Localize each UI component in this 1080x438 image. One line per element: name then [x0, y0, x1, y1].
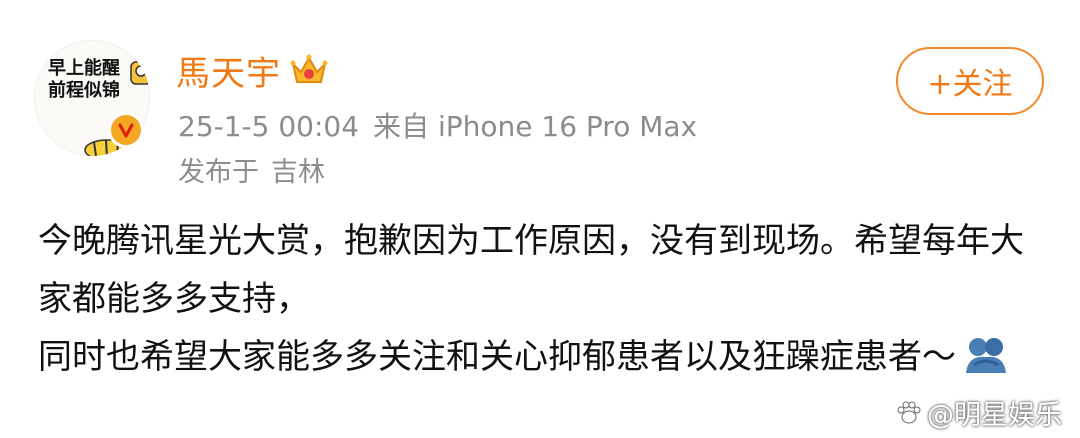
- post-paragraph-2: 同时也希望大家能多多关注和关心抑郁患者以及狂躁症患者～: [38, 328, 1048, 386]
- paw-icon: [897, 401, 921, 423]
- post-date: 25-1-5 00:04: [178, 110, 360, 143]
- author-row: 馬天宇: [176, 46, 329, 95]
- author-name[interactable]: 馬天宇: [176, 46, 281, 95]
- post-meta: 25-1-5 00:04 来自 iPhone 16 Pro Max: [178, 105, 697, 145]
- post-paragraph-2-text: 同时也希望大家能多多关注和关心抑郁患者以及狂躁症患者～: [38, 337, 956, 377]
- weibo-post-screenshot: 早上能醒 前程似锦 馬天宇 25-1-5 00:04 来自 iPhone 16 P…: [0, 0, 1080, 438]
- post-location: 发布于 吉林: [178, 150, 325, 189]
- hug-emoji-icon: [966, 337, 1006, 373]
- post-paragraph-1: 今晚腾讯星光大赏，抱歉因为工作原因，没有到现场。希望每年大家都能多多支持，: [38, 221, 1024, 319]
- location-prefix: 发布于: [178, 157, 259, 188]
- location-name: 吉林: [271, 157, 325, 188]
- post-source: 来自 iPhone 16 Pro Max: [373, 110, 698, 143]
- verified-badge-icon: [108, 112, 144, 148]
- post-content: 今晚腾讯星光大赏，抱歉因为工作原因，没有到现场。希望每年大家都能多多支持， 同时…: [38, 212, 1048, 386]
- crown-icon: [290, 54, 328, 83]
- avatar-text: 早上能醒 前程似锦: [48, 58, 120, 101]
- watermark-text: @明星娱乐: [927, 400, 1062, 431]
- follow-button[interactable]: +关注: [896, 47, 1044, 115]
- watermark: @明星娱乐: [895, 393, 1062, 432]
